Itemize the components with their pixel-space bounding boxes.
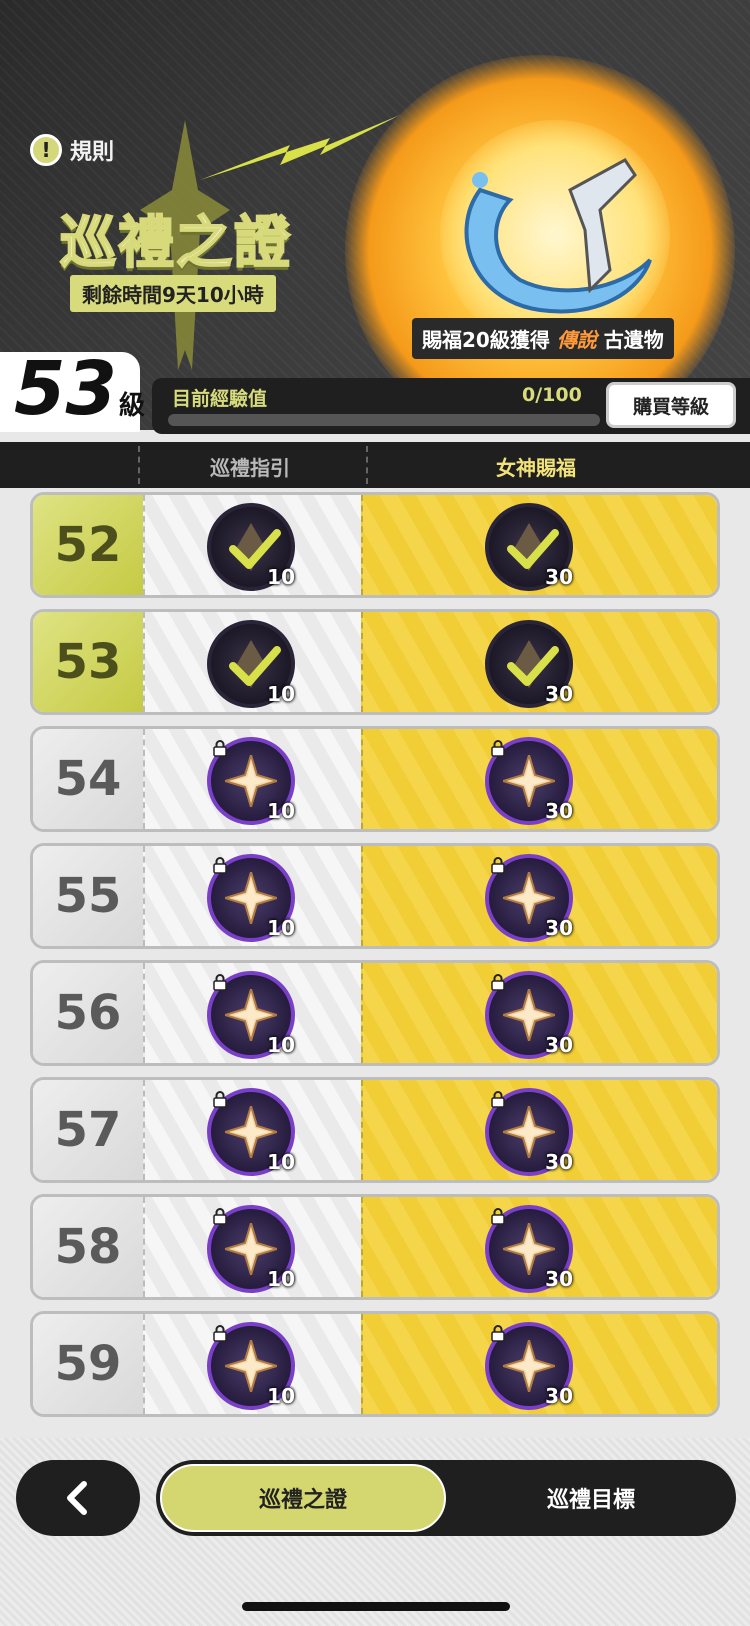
free-reward-item[interactable]: 10 — [207, 737, 295, 825]
paid-reward-item[interactable]: 30 — [485, 1088, 573, 1176]
reward-quantity: 10 — [267, 1267, 295, 1291]
chevron-left-icon — [67, 1481, 87, 1515]
reward-quantity: 10 — [267, 1033, 295, 1057]
paid-reward-item[interactable]: 30 — [485, 1322, 573, 1410]
reward-quantity: 30 — [545, 916, 573, 940]
time-remaining-badge: 剩餘時間9天10小時 — [70, 275, 276, 312]
lock-icon — [491, 1208, 505, 1225]
paid-reward-item[interactable]: 30 — [485, 737, 573, 825]
reward-quantity: 10 — [267, 1384, 295, 1408]
free-track-header: 巡禮指引 — [210, 456, 290, 480]
row-level: 56 — [33, 963, 143, 1063]
lock-icon — [491, 1325, 505, 1342]
row-level: 55 — [33, 846, 143, 946]
tab-goals[interactable]: 巡禮目標 — [448, 1464, 734, 1532]
reward-row[interactable]: 58 10 30 — [30, 1194, 720, 1300]
reward-row[interactable]: 54 10 30 — [30, 726, 720, 832]
reward-quantity: 30 — [545, 1384, 573, 1408]
back-button[interactable] — [16, 1460, 140, 1536]
reward-row[interactable]: 52 10 30 — [30, 492, 720, 598]
free-reward-item[interactable]: 10 — [207, 503, 295, 591]
rules-label: 規則 — [70, 140, 115, 165]
relic-weapon-icon — [464, 158, 652, 314]
lock-icon — [491, 740, 505, 757]
reward-quantity: 30 — [545, 1267, 573, 1291]
lock-icon — [213, 857, 227, 874]
lock-icon — [213, 1325, 227, 1342]
row-level: 52 — [33, 495, 143, 595]
lock-icon — [491, 974, 505, 991]
exp-label: 目前經驗值 — [172, 388, 268, 410]
home-indicator[interactable] — [242, 1602, 510, 1611]
lock-icon — [213, 1091, 227, 1108]
paid-reward-item[interactable]: 30 — [485, 854, 573, 942]
reward-quantity: 30 — [545, 799, 573, 823]
reward-quantity: 30 — [545, 682, 573, 706]
reward-quantity: 10 — [267, 682, 295, 706]
reward-row[interactable]: 59 10 30 — [30, 1311, 720, 1417]
paid-track-header: 女神賜福 — [496, 456, 576, 480]
paid-reward-item[interactable]: 30 — [485, 503, 573, 591]
reward-quantity: 10 — [267, 916, 295, 940]
reward-row[interactable]: 57 10 30 — [30, 1077, 720, 1183]
column-divider — [138, 446, 140, 484]
tab-pass[interactable]: 巡禮之證 — [160, 1464, 446, 1532]
row-level: 58 — [33, 1197, 143, 1297]
free-reward-item[interactable]: 10 — [207, 1205, 295, 1293]
current-level-box: 53 級 — [0, 346, 145, 432]
reward-row[interactable]: 53 10 30 — [30, 609, 720, 715]
free-reward-item[interactable]: 10 — [207, 854, 295, 942]
reward-prefix: 賜福20級獲得 — [422, 328, 550, 352]
rules-button[interactable]: ! 規則 — [30, 134, 114, 166]
paid-reward-item[interactable]: 30 — [485, 971, 573, 1059]
reward-quantity: 30 — [545, 565, 573, 589]
lock-icon — [491, 857, 505, 874]
tab-bar: 巡禮之證 巡禮目標 — [156, 1460, 736, 1536]
reward-quantity: 30 — [545, 1033, 573, 1057]
paid-reward-item[interactable]: 30 — [485, 1205, 573, 1293]
lock-icon — [213, 740, 227, 757]
free-reward-item[interactable]: 10 — [207, 1088, 295, 1176]
reward-rarity: 傳說 — [556, 328, 597, 352]
reward-list[interactable]: 52 10 30 53 10 30 54 10 30 55 10 30 56 10 30 57 10 30 58 10… — [0, 488, 750, 1438]
reward-quantity: 30 — [545, 1150, 573, 1174]
level-unit: 級 — [118, 391, 145, 421]
exp-progress-track — [168, 414, 600, 426]
reward-row[interactable]: 56 10 30 — [30, 960, 720, 1066]
exp-value: 0/100 — [522, 384, 582, 406]
reward-banner: 賜福20級獲得 傳說 古遺物 — [412, 318, 674, 359]
column-divider — [366, 446, 368, 484]
free-reward-item[interactable]: 10 — [207, 1322, 295, 1410]
reward-suffix: 古遺物 — [603, 328, 664, 352]
lock-icon — [213, 974, 227, 991]
reward-row[interactable]: 55 10 30 — [30, 843, 720, 949]
free-reward-item[interactable]: 10 — [207, 971, 295, 1059]
reward-quantity: 10 — [267, 565, 295, 589]
paid-reward-item[interactable]: 30 — [485, 620, 573, 708]
reward-quantity: 10 — [267, 799, 295, 823]
column-headers: 巡禮指引 女神賜福 — [0, 442, 750, 488]
current-level-number: 53 — [14, 346, 117, 432]
free-reward-item[interactable]: 10 — [207, 620, 295, 708]
row-level: 54 — [33, 729, 143, 829]
page-title: 巡禮之證 — [59, 210, 292, 277]
row-level: 59 — [33, 1314, 143, 1414]
lock-icon — [491, 1091, 505, 1108]
row-level: 53 — [33, 612, 143, 712]
reward-quantity: 10 — [267, 1150, 295, 1174]
row-level: 57 — [33, 1080, 143, 1180]
info-icon: ! — [30, 134, 62, 166]
lock-icon — [213, 1208, 227, 1225]
buy-level-button[interactable]: 購買等級 — [606, 382, 736, 428]
